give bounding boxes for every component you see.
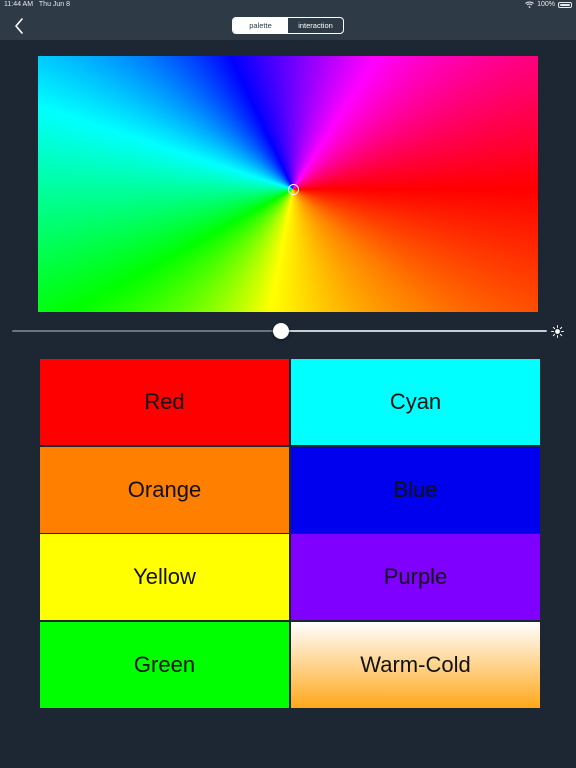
battery-percent: 100% <box>537 1 555 8</box>
chevron-left-icon <box>15 18 23 34</box>
swatch-green[interactable]: Green <box>40 621 289 708</box>
preset-color-grid: Red Cyan Orange Blue Yellow Purple Green… <box>40 359 540 708</box>
brightness-slider-track-filled[interactable] <box>12 330 281 332</box>
swatch-label: Blue <box>393 476 438 502</box>
swatch-label: Warm-Cold <box>360 651 471 677</box>
swatch-label: Green <box>133 651 196 677</box>
swatch-label: Cyan <box>389 389 442 414</box>
back-button[interactable] <box>8 15 30 37</box>
navigation-bar: palette interaction <box>0 12 576 40</box>
color-wheel-picker[interactable] <box>38 56 538 312</box>
swatch-cyan[interactable]: Cyan <box>291 359 540 445</box>
sun-icon <box>551 325 564 338</box>
swatch-red[interactable]: Red <box>40 359 289 445</box>
segment-interaction[interactable]: interaction <box>288 18 343 33</box>
status-right: 100% <box>525 1 572 8</box>
swatch-yellow[interactable]: Yellow <box>40 534 289 621</box>
swatch-label: Yellow <box>133 564 196 590</box>
swatch-label: Purple <box>383 564 448 590</box>
color-picker-handle[interactable] <box>287 183 299 195</box>
swatch-purple[interactable]: Purple <box>291 534 540 621</box>
battery-icon <box>558 1 572 8</box>
swatch-orange[interactable]: Orange <box>40 446 289 533</box>
status-time: 11:44 AM Thu Jun 8 <box>4 1 70 8</box>
swatch-label: Red <box>144 389 185 414</box>
status-bar: 11:44 AM Thu Jun 8 100% <box>0 0 576 12</box>
brightness-slider-thumb[interactable] <box>273 323 289 339</box>
status-time-text: 11:44 AM <box>4 1 34 8</box>
segmented-control: palette interaction <box>232 17 344 34</box>
segment-palette[interactable]: palette <box>233 18 288 33</box>
swatch-warm-cold[interactable]: Warm-Cold <box>291 621 540 708</box>
status-date-text: Thu Jun 8 <box>38 1 71 8</box>
brightness-slider-track[interactable] <box>281 330 547 332</box>
swatch-label: Orange <box>127 476 202 502</box>
wifi-icon <box>525 1 534 8</box>
swatch-blue[interactable]: Blue <box>291 446 540 533</box>
